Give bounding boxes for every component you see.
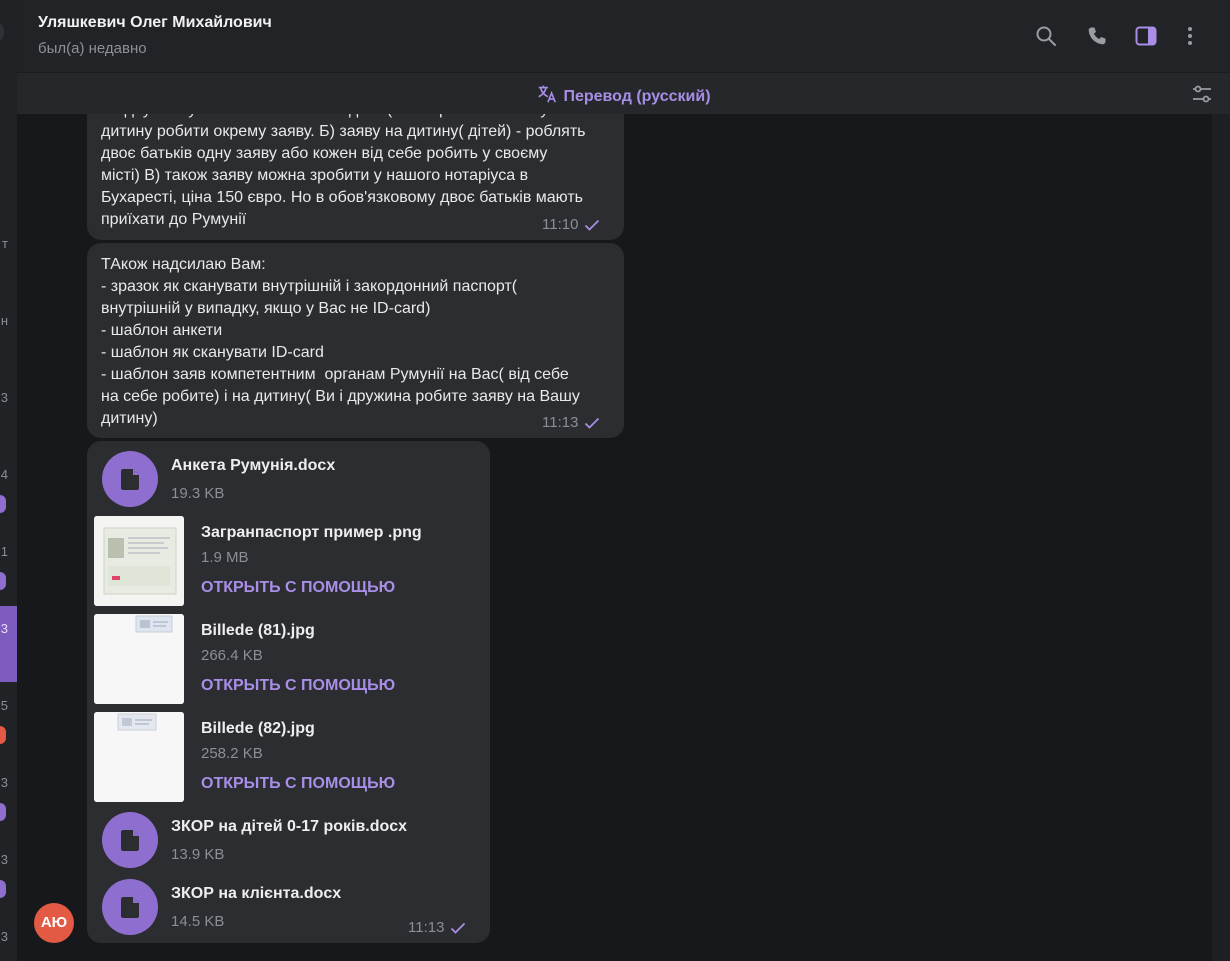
file-item[interactable]: Billede (81).jpg 266.4 KB ОТКРЫТЬ С ПОМО… [87,614,490,704]
chat-list-fragment: 3 [0,852,8,867]
chat-list-fragment: н [0,313,8,328]
file-download-button[interactable] [102,451,158,507]
message-time-text: 11:13 [408,919,445,936]
file-name[interactable]: Загранпаспорт пример .png [201,524,422,542]
chat-list-fragment: т [2,236,8,251]
file-download-button[interactable] [102,812,158,868]
file-size: 13.9 KB [171,846,225,863]
file-size: 14.5 KB [171,913,225,930]
translate-icon [538,85,557,103]
message-bubble[interactable]: ТАкож надсилаю Вам: - зразок як скануват… [87,243,624,438]
right-panel-edge [1212,114,1230,961]
read-check-icon [585,219,600,231]
message-text: ТАкож надсилаю Вам: - зразок як скануват… [101,256,580,427]
file-size: 19.3 KB [171,485,225,502]
file-size: 1.9 MB [201,549,249,566]
file-thumbnail[interactable] [94,712,184,802]
message-time-text: 11:10 [542,216,579,233]
file-item[interactable]: ЗКОР на дітей 0-17 років.docx 13.9 KB [87,812,490,872]
files-bubble[interactable]: Анкета Румунія.docx 19.3 KB Загранпаспор… [87,441,490,943]
unread-badge [0,803,6,821]
message-time: 11:13 [542,414,600,431]
chat-list-fragment: 5 [0,698,8,713]
chat-list-strip[interactable]: т н 3 4 1 3 5 3 3 3 [0,0,17,961]
contact-status: был(а) недавно [38,40,147,57]
chat-list-fragment: 3 [0,929,8,944]
chat-list-fragment: 4 [0,467,8,482]
file-name[interactable]: ЗКОР на дітей 0-17 років.docx [171,818,407,836]
document-icon [121,469,139,490]
translate-label: Перевод (русский) [563,88,711,105]
search-icon[interactable] [1034,24,1058,48]
file-size: 258.2 KB [201,745,263,762]
file-download-button[interactable] [102,879,158,935]
file-thumbnail[interactable] [94,614,184,704]
file-item[interactable]: Загранпаспорт пример .png 1.9 MB ОТКРЫТЬ… [87,516,490,606]
file-name[interactable]: Анкета Румунія.docx [171,457,335,475]
chat-list-active-item[interactable] [0,606,17,682]
unread-badge [0,572,6,590]
phone-icon[interactable] [1085,24,1109,48]
contact-name[interactable]: Уляшкевич Олег Михайлович [38,14,272,32]
file-item[interactable]: Анкета Румунія.docx 19.3 KB [87,451,490,511]
open-with-button[interactable]: ОТКРЫТЬ С ПОМОЩЬЮ [201,677,395,695]
file-size: 266.4 KB [201,647,263,664]
unread-badge [0,726,6,744]
chat-list-fragment: 1 [0,544,8,559]
translate-button[interactable]: Перевод (русский) [17,83,1230,106]
message-time: 11:10 [542,216,600,233]
chat-list-fragment: 3 [0,621,8,636]
message-time-text: 11:13 [542,414,579,431]
passport-preview-image [94,516,184,606]
file-name[interactable]: ЗКОР на клієнта.docx [171,885,341,903]
open-with-button[interactable]: ОТКРЫТЬ С ПОМОЩЬЮ [201,775,395,793]
chat-list-fragment: 3 [0,775,8,790]
message-time: 11:13 [408,919,466,936]
avatar[interactable]: АЮ [34,903,74,943]
read-check-icon [585,417,600,429]
file-name[interactable]: Billede (82).jpg [201,720,315,738]
translate-bar: Перевод (русский) [17,72,1230,114]
translate-settings-icon[interactable] [1190,82,1214,106]
document-icon [121,897,139,918]
open-with-button[interactable]: ОТКРЫТЬ С ПОМОЩЬЮ [201,579,395,597]
read-check-icon [451,922,466,934]
message-bubble[interactable]: В одну заяву можна вписати всіх дітей(не… [87,114,624,240]
chat-list-avatar [0,20,4,44]
file-name[interactable]: Billede (81).jpg [201,622,315,640]
message-list[interactable]: В одну заяву можна вписати всіх дітей(не… [17,114,1212,961]
file-thumbnail[interactable] [94,516,184,606]
more-options-icon[interactable] [1178,24,1202,48]
document-icon [121,830,139,851]
message-text: В одну заяву можна вписати всіх дітей(не… [101,114,586,228]
unread-badge [0,495,6,513]
chat-list-fragment: 3 [0,390,8,405]
unread-badge [0,880,6,898]
file-item[interactable]: Billede (82).jpg 258.2 KB ОТКРЫТЬ С ПОМО… [87,712,490,802]
sidebar-toggle-icon[interactable] [1134,24,1158,48]
id-scan-preview-image [94,712,184,802]
chat-header[interactable]: Уляшкевич Олег Михайлович был(а) недавно [17,0,1230,72]
id-scan-preview-image [94,614,184,704]
